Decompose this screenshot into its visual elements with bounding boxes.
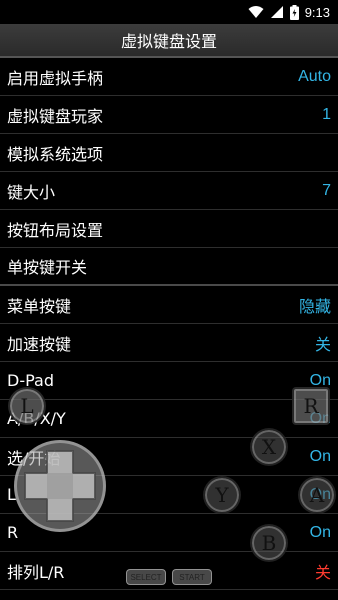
setting-label: 按钮布局设置 [7,220,104,240]
page-title: 虚拟键盘设置 [0,24,338,58]
setting-label: 排列L/R [7,562,65,582]
setting-label: 单按键开关 [7,258,88,277]
setting-dpad[interactable]: D-Pad On [0,362,338,400]
setting-value: 7 [322,181,331,199]
setting-abxy[interactable]: A/B/X/Y On [0,400,338,438]
select-button[interactable]: SELECT [126,569,166,585]
status-time: 9:13 [304,4,330,20]
setting-value: 1 [322,105,331,123]
status-icons: 9:13 [248,2,330,22]
setting-emulated-system-options[interactable]: 模拟系统选项 [0,134,338,172]
dpad[interactable] [14,440,106,532]
setting-label: 启用虚拟手柄 [7,68,104,88]
setting-label: 键大小 [7,182,56,202]
setting-arrange-lr[interactable]: 排列L/R 关 [0,552,338,590]
setting-key-size[interactable]: 键大小 7 [0,172,338,210]
setting-value: Auto [298,67,331,85]
setting-enable-virtual-gamepad[interactable]: 启用虚拟手柄 Auto [0,58,338,96]
battery-icon [289,4,299,20]
setting-label: 虚拟键盘玩家 [7,106,104,126]
setting-value: 关 [314,564,331,582]
setting-menu-key[interactable]: 菜单按键 隐藏 [0,286,338,324]
y-button[interactable]: Y [203,476,241,514]
setting-label: 模拟系统选项 [7,144,104,164]
setting-value: On [309,447,331,465]
settings-screen: 9:13 虚拟键盘设置 启用虚拟手柄 Auto 虚拟键盘玩家 1 模拟系统选项 … [0,0,338,600]
a-button[interactable]: A [298,476,336,514]
setting-value: On [309,523,331,541]
setting-virtual-keyboard-player[interactable]: 虚拟键盘玩家 1 [0,96,338,134]
setting-value: 隐藏 [298,298,331,316]
b-button[interactable]: B [250,524,288,562]
wifi-icon [248,5,264,19]
r-button[interactable]: R [292,387,330,425]
l-button[interactable]: L [8,387,46,425]
setting-label: 菜单按键 [7,296,72,316]
signal-icon [270,5,284,19]
setting-label: 加速按键 [7,334,72,354]
status-bar: 9:13 [0,0,338,24]
setting-value: 关 [314,336,331,354]
dpad-cross-icon [24,450,96,522]
setting-single-key-toggle[interactable]: 单按键开关 [0,248,338,286]
x-button[interactable]: X [250,428,288,466]
start-button[interactable]: START [172,569,212,585]
setting-button-layout[interactable]: 按钮布局设置 [0,210,338,248]
setting-turbo-key[interactable]: 加速按键 关 [0,324,338,362]
